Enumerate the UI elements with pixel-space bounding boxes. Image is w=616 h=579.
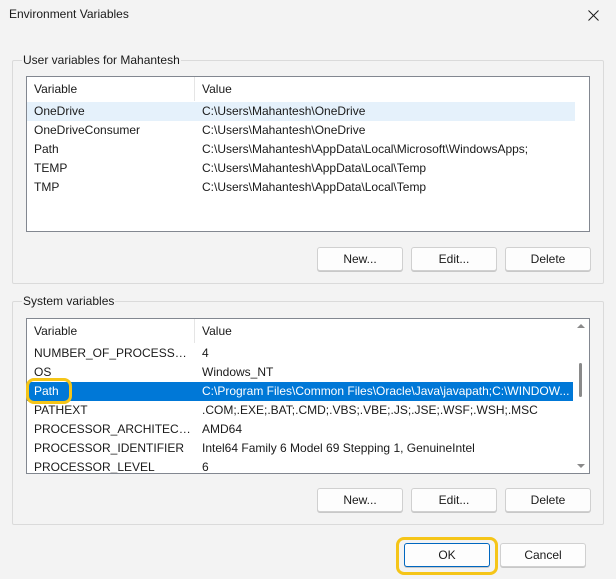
variable-value: C:\Users\Mahantesh\AppData\Local\Temp bbox=[202, 180, 427, 194]
system-var-row-processor-identifier[interactable]: PROCESSOR_IDENTIFIER Intel64 Family 6 Mo… bbox=[27, 439, 575, 458]
variable-name: PATHEXT bbox=[34, 403, 88, 417]
variable-value: C:\Program Files\Common Files\Oracle\Jav… bbox=[202, 384, 570, 398]
system-variables-label: System variables bbox=[22, 294, 116, 308]
user-delete-button[interactable]: Delete bbox=[505, 247, 591, 271]
column-header-variable[interactable]: Variable bbox=[27, 319, 195, 343]
scroll-up-arrow-icon[interactable] bbox=[577, 324, 585, 328]
variable-name: NUMBER_OF_PROCESSORS bbox=[34, 346, 194, 360]
title-bar: Environment Variables bbox=[0, 0, 616, 30]
user-variables-label: User variables for Mahantesh bbox=[22, 53, 181, 67]
system-var-row-number-of-processors[interactable]: NUMBER_OF_PROCESSORS 4 bbox=[27, 344, 575, 363]
variable-value: 6 bbox=[202, 460, 209, 474]
close-icon bbox=[587, 9, 599, 21]
user-edit-button[interactable]: Edit... bbox=[411, 247, 497, 271]
user-new-button[interactable]: New... bbox=[317, 247, 403, 271]
window-title: Environment Variables bbox=[9, 7, 129, 21]
variable-value: C:\Users\Mahantesh\AppData\Local\Temp bbox=[202, 161, 427, 175]
variable-name: OS bbox=[34, 365, 52, 379]
system-variables-list[interactable]: Variable Value NUMBER_OF_PROCESSORS 4 OS… bbox=[26, 318, 590, 474]
variable-name: PROCESSOR_LEVEL bbox=[34, 460, 155, 474]
system-new-button[interactable]: New... bbox=[317, 488, 403, 512]
variable-value: AMD64 bbox=[202, 422, 243, 436]
user-var-row-path[interactable]: Path C:\Users\Mahantesh\AppData\Local\Mi… bbox=[27, 140, 575, 159]
system-delete-button[interactable]: Delete bbox=[505, 488, 591, 512]
system-var-row-os[interactable]: OS Windows_NT bbox=[27, 363, 575, 382]
variable-name: PROCESSOR_ARCHITECTURE bbox=[34, 422, 194, 436]
user-var-row-temp[interactable]: TEMP C:\Users\Mahantesh\AppData\Local\Te… bbox=[27, 159, 575, 178]
variable-name: PROCESSOR_IDENTIFIER bbox=[34, 441, 185, 455]
scroll-thumb[interactable] bbox=[579, 363, 582, 397]
system-edit-button[interactable]: Edit... bbox=[411, 488, 497, 512]
system-var-row-path[interactable]: Path C:\Program Files\Common Files\Oracl… bbox=[27, 382, 575, 401]
user-variables-group: User variables for Mahantesh Variable Va… bbox=[12, 53, 604, 284]
user-var-row-onedriveconsumer[interactable]: OneDriveConsumer C:\Users\Mahantesh\OneD… bbox=[27, 121, 575, 140]
variable-value: C:\Users\Mahantesh\AppData\Local\Microso… bbox=[202, 142, 529, 156]
system-var-row-processor-architecture[interactable]: PROCESSOR_ARCHITECTURE AMD64 bbox=[27, 420, 575, 439]
variable-name: OneDriveConsumer bbox=[34, 123, 141, 137]
variable-name: Path bbox=[34, 384, 59, 398]
ok-button[interactable]: OK bbox=[404, 543, 490, 567]
user-var-row-onedrive[interactable]: OneDrive C:\Users\Mahantesh\OneDrive bbox=[27, 102, 575, 121]
list-header: Variable Value bbox=[27, 77, 575, 101]
user-var-row-tmp[interactable]: TMP C:\Users\Mahantesh\AppData\Local\Tem… bbox=[27, 178, 575, 197]
list-header: Variable Value bbox=[27, 319, 575, 343]
variable-name: TEMP bbox=[34, 161, 68, 175]
variable-value: Windows_NT bbox=[202, 365, 274, 379]
variable-name: OneDrive bbox=[34, 104, 85, 118]
user-variables-list[interactable]: Variable Value OneDrive C:\Users\Mahante… bbox=[26, 76, 590, 232]
system-var-row-pathext[interactable]: PATHEXT .COM;.EXE;.BAT;.CMD;.VBS;.VBE;.J… bbox=[27, 401, 575, 420]
variable-name: Path bbox=[34, 142, 59, 156]
variable-value: Intel64 Family 6 Model 69 Stepping 1, Ge… bbox=[202, 441, 475, 455]
variable-name: TMP bbox=[34, 180, 60, 194]
close-button[interactable] bbox=[570, 0, 616, 30]
cancel-button[interactable]: Cancel bbox=[500, 543, 586, 567]
column-header-value[interactable]: Value bbox=[195, 319, 575, 343]
variable-value: 4 bbox=[202, 346, 209, 360]
variable-value: C:\Users\Mahantesh\OneDrive bbox=[202, 104, 366, 118]
system-list-scrollbar[interactable] bbox=[573, 319, 589, 473]
column-header-value[interactable]: Value bbox=[195, 77, 575, 101]
user-variables-rows: OneDrive C:\Users\Mahantesh\OneDrive One… bbox=[27, 102, 575, 197]
system-var-row-processor-level[interactable]: PROCESSOR_LEVEL 6 bbox=[27, 458, 575, 474]
variable-value: C:\Users\Mahantesh\OneDrive bbox=[202, 123, 366, 137]
variable-value: .COM;.EXE;.BAT;.CMD;.VBS;.VBE;.JS;.JSE;.… bbox=[202, 403, 538, 417]
column-header-variable[interactable]: Variable bbox=[27, 77, 195, 101]
system-variables-rows: NUMBER_OF_PROCESSORS 4 OS Windows_NT Pat… bbox=[27, 344, 575, 474]
scroll-down-arrow-icon[interactable] bbox=[577, 464, 585, 468]
system-variables-group: System variables Variable Value NUMBER_O… bbox=[12, 294, 604, 525]
